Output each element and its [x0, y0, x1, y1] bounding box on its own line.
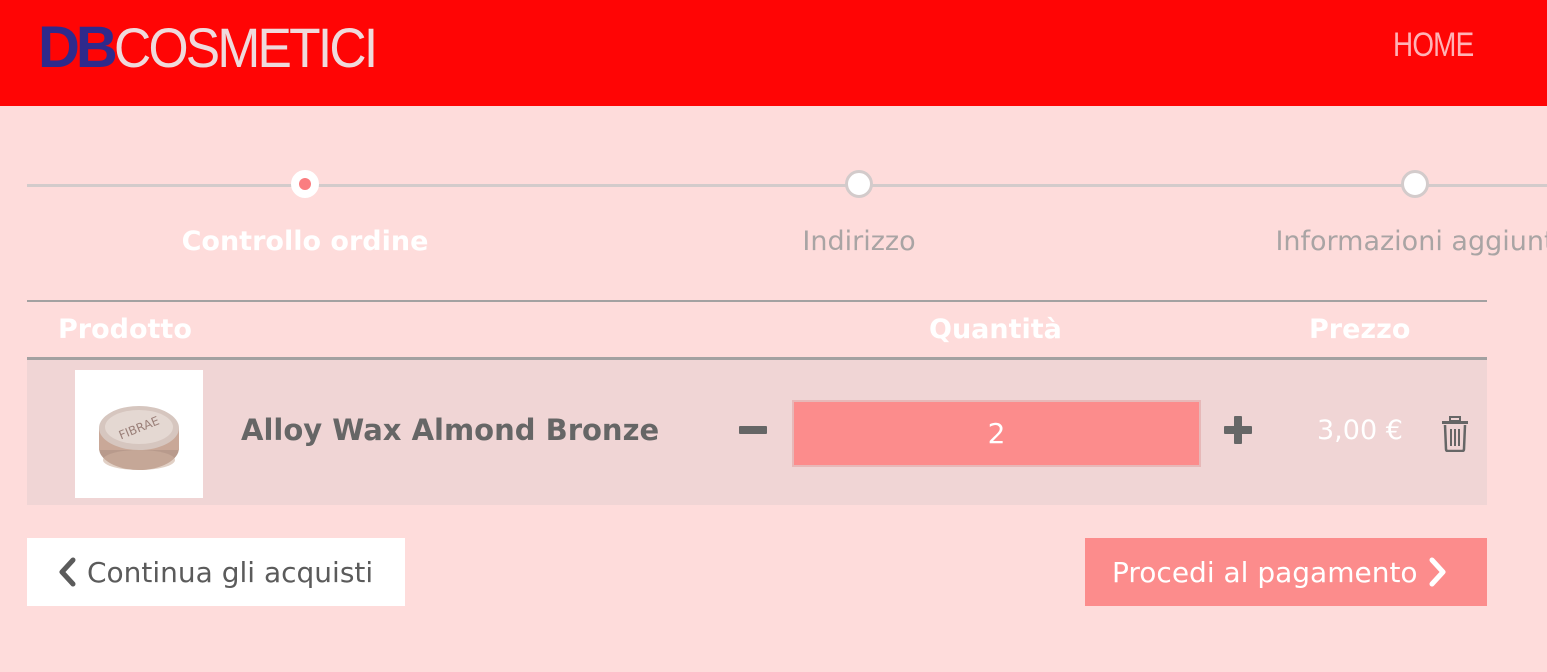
proceed-to-checkout-label: Procedi al pagamento — [1112, 555, 1418, 589]
column-header-price: Prezzo — [1309, 314, 1411, 345]
continue-shopping-button[interactable]: Continua gli acquisti — [27, 538, 405, 606]
checkout-steps: Controllo ordine Indirizzo Informazioni … — [27, 170, 1547, 270]
step-order-review: Controllo ordine — [105, 170, 505, 257]
step-label: Controllo ordine — [181, 226, 429, 257]
chevron-right-icon — [1429, 557, 1446, 587]
site-logo[interactable]: DB COSMETICI — [38, 18, 398, 78]
column-header-product: Prodotto — [58, 314, 192, 345]
cart-table-header: Prodotto Quantità Prezzo — [27, 300, 1487, 360]
wax-tin-image: FIBRAE — [99, 406, 179, 470]
plus-icon[interactable] — [1220, 412, 1256, 448]
step-dot — [1401, 170, 1429, 198]
logo-primary: DB — [38, 15, 118, 80]
trash-icon[interactable] — [1439, 416, 1471, 453]
product-name[interactable]: Alloy Wax Almond Bronze — [241, 413, 659, 447]
step-label: Indirizzo — [802, 226, 916, 257]
step-dot — [845, 170, 873, 198]
cart-table: Prodotto Quantità Prezzo FIBRAE Alloy Wa… — [27, 300, 1487, 505]
product-price: 3,00 € — [1317, 415, 1403, 446]
step-address: Indirizzo — [659, 170, 1059, 257]
product-image[interactable]: FIBRAE — [75, 370, 203, 498]
column-header-quantity: Quantità — [929, 314, 1062, 345]
continue-shopping-label: Continua gli acquisti — [87, 555, 374, 589]
nav-home-link[interactable]: HOME — [1393, 26, 1474, 65]
logo-secondary: COSMETICI — [113, 16, 378, 79]
main-nav: HOME SH — [1393, 26, 1547, 65]
step-label: Informazioni aggiunt — [1275, 226, 1547, 257]
chevron-left-icon — [59, 557, 76, 587]
step-dot-active — [291, 170, 319, 198]
step-additional-info: Informazioni aggiunt — [1215, 170, 1547, 257]
minus-icon[interactable] — [735, 412, 771, 448]
site-header: DB COSMETICI HOME SH — [0, 0, 1547, 106]
quantity-input[interactable] — [792, 400, 1201, 467]
proceed-to-checkout-button[interactable]: Procedi al pagamento — [1085, 538, 1487, 606]
table-row: FIBRAE Alloy Wax Almond Bronze 3,00 € — [27, 360, 1487, 505]
